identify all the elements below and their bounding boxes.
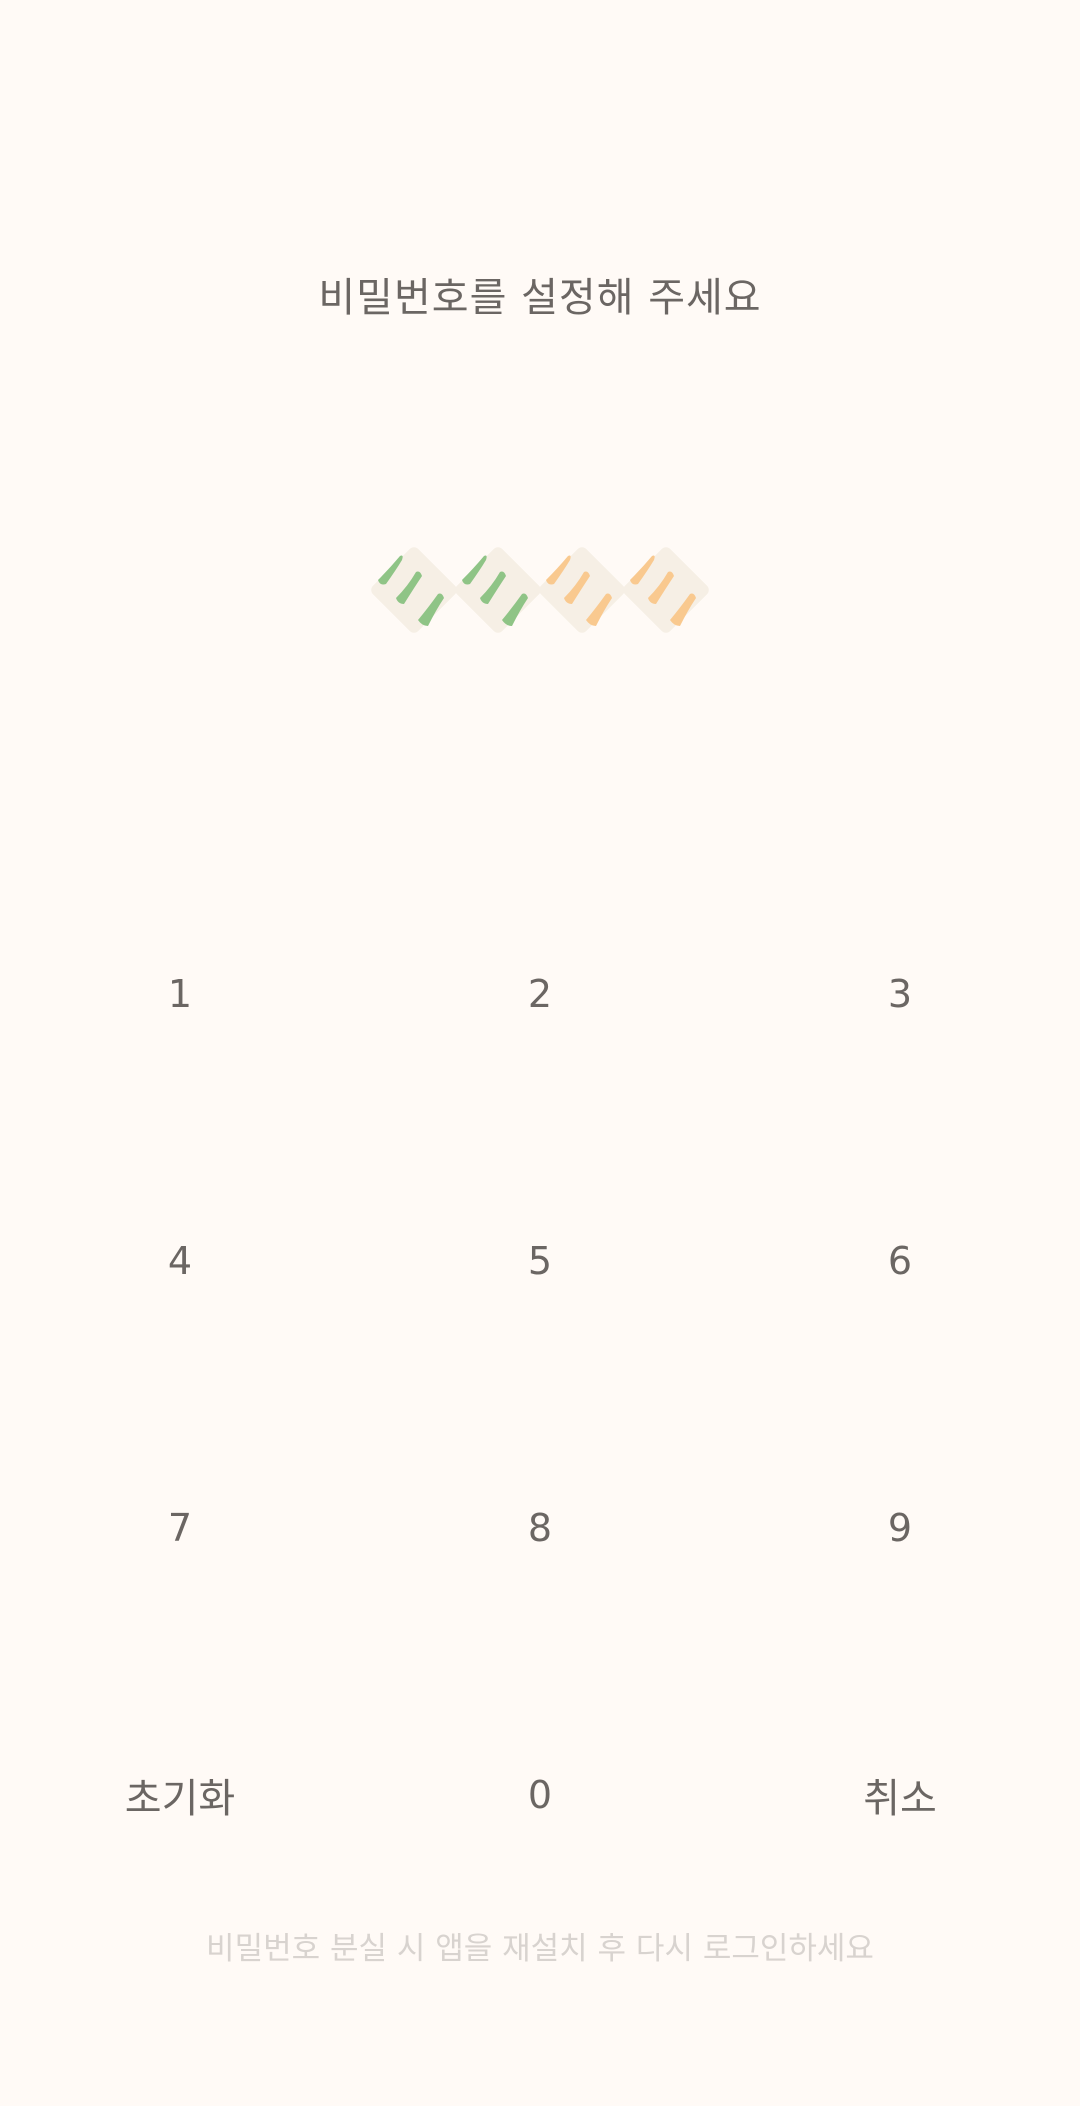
key-8-button[interactable]: 8	[360, 1394, 720, 1661]
page-title: 비밀번호를 설정해 주세요	[318, 275, 762, 321]
key-2-button[interactable]: 2	[360, 860, 720, 1127]
key-4-button[interactable]: 4	[0, 1127, 360, 1394]
pin-dot-4-icon	[623, 547, 709, 633]
pin-dot-3-icon	[539, 547, 625, 633]
pin-dot-1-icon	[371, 547, 457, 633]
pin-dot-2-icon	[455, 547, 541, 633]
cancel-button[interactable]: 취소	[720, 1661, 1080, 1928]
keypad: 1 2 3 4 5 6 7 8 9 초기화 0 취소	[0, 860, 1080, 1928]
key-0-button[interactable]: 0	[360, 1661, 720, 1928]
key-3-button[interactable]: 3	[720, 860, 1080, 1127]
key-5-button[interactable]: 5	[360, 1127, 720, 1394]
pin-indicators	[371, 547, 709, 633]
recovery-hint: 비밀번호 분실 시 앱을 재설치 후 다시 로그인하세요	[206, 1931, 874, 1967]
key-9-button[interactable]: 9	[720, 1394, 1080, 1661]
key-6-button[interactable]: 6	[720, 1127, 1080, 1394]
reset-button[interactable]: 초기화	[0, 1661, 360, 1928]
key-1-button[interactable]: 1	[0, 860, 360, 1127]
key-7-button[interactable]: 7	[0, 1394, 360, 1661]
